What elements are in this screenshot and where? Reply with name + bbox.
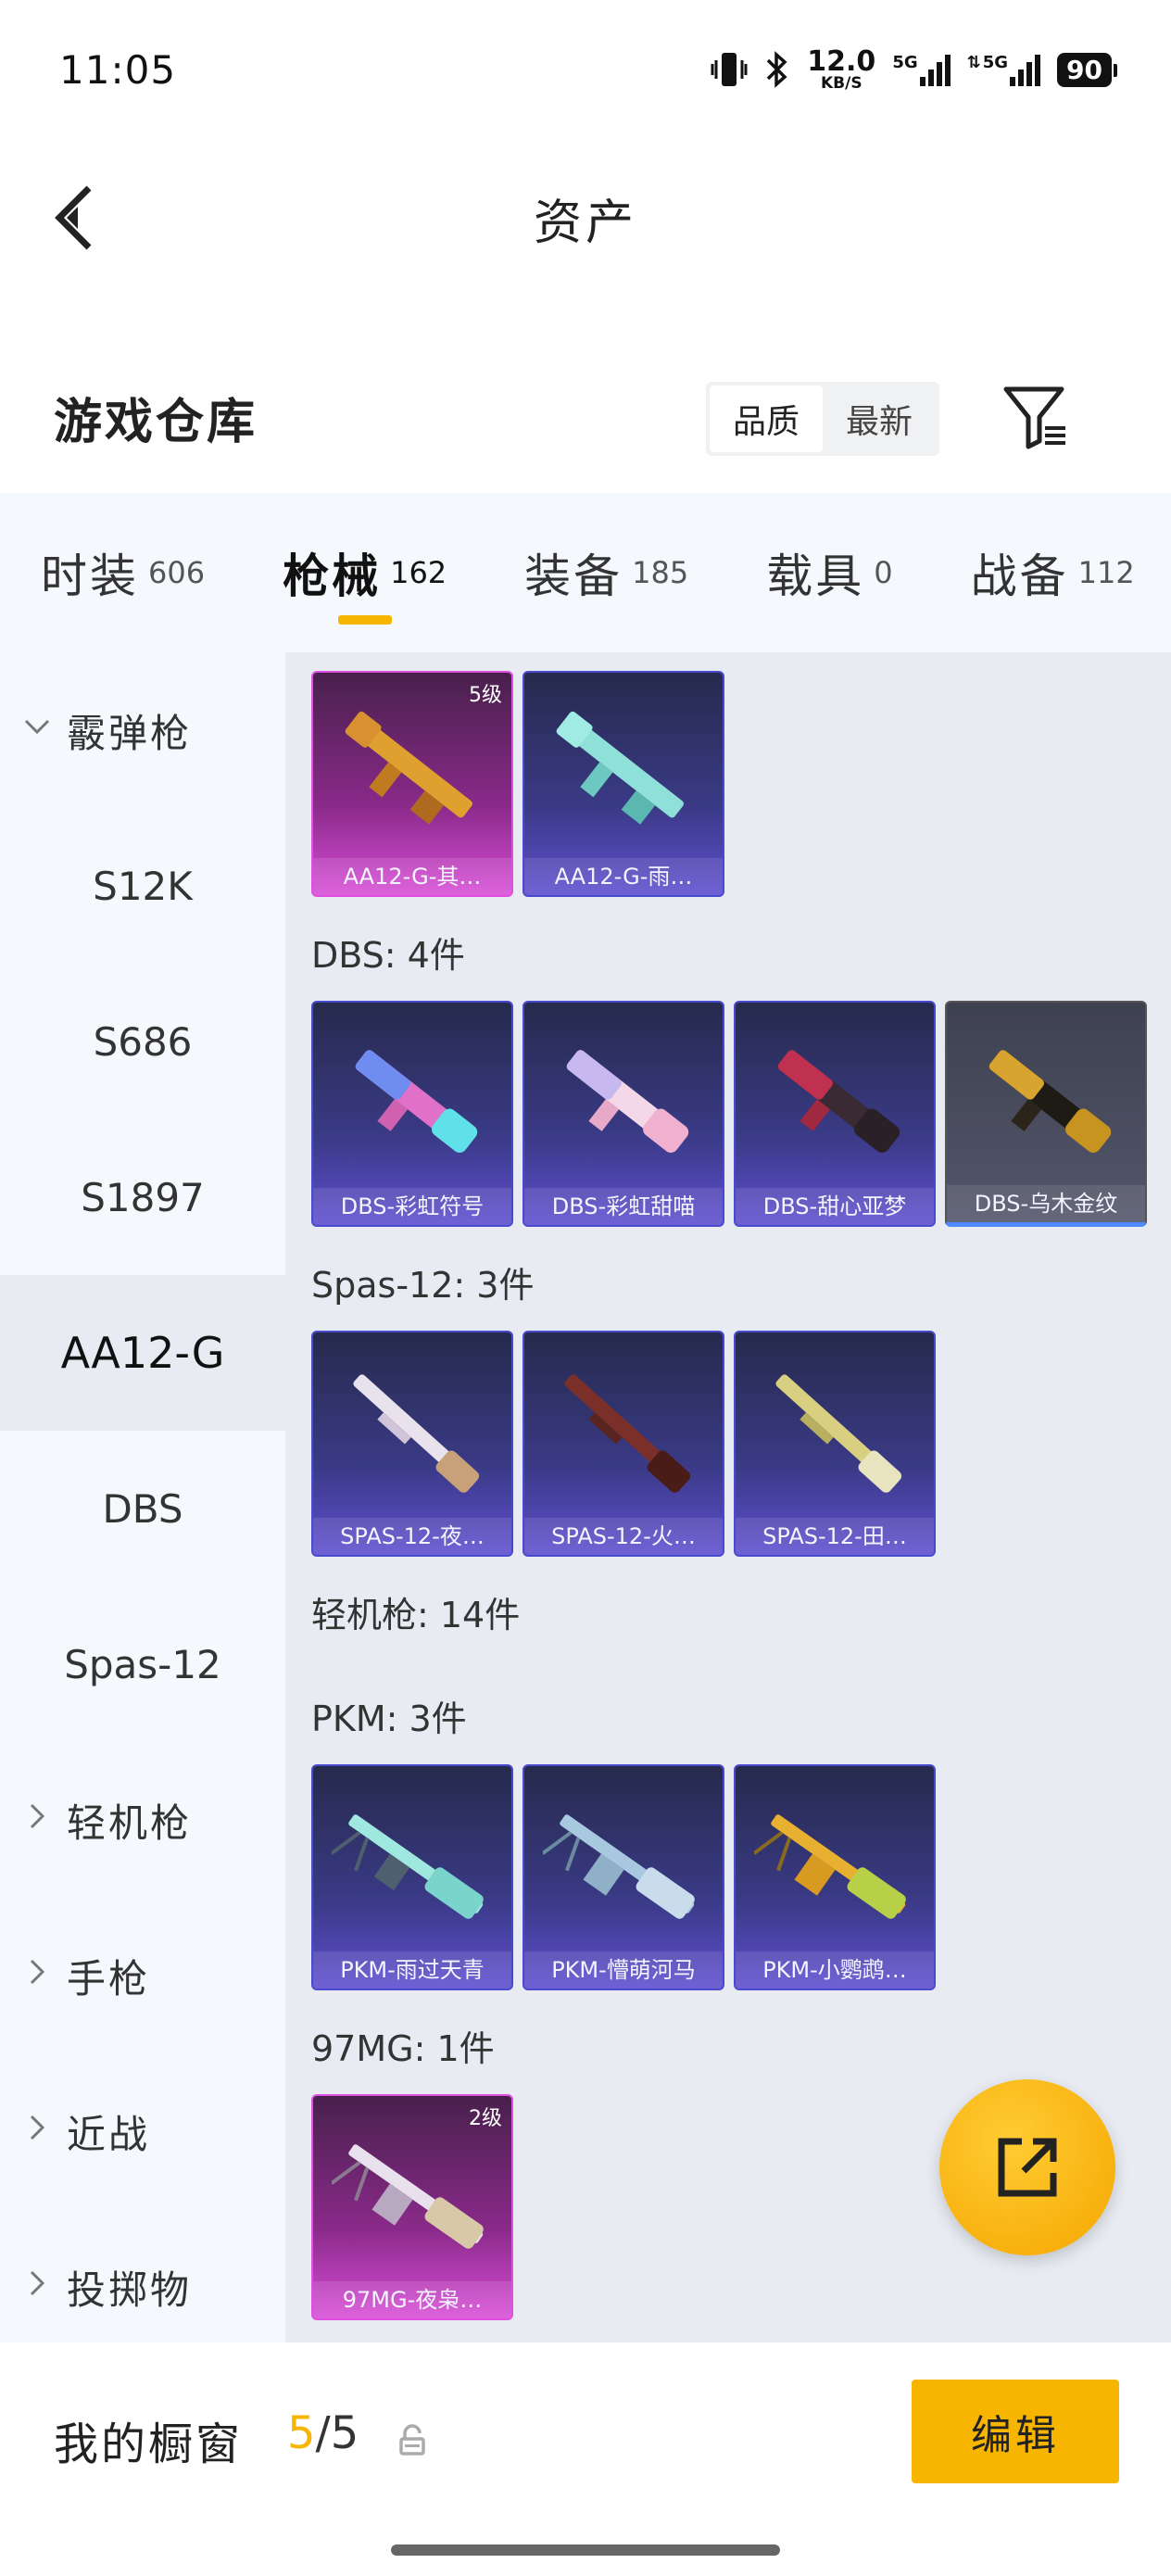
sidebar-item-aa12g[interactable]: AA12-G bbox=[0, 1275, 285, 1431]
weapon-card-name: AA12-G-雨… bbox=[524, 858, 723, 895]
battery-indicator: 90 bbox=[1057, 52, 1117, 87]
showcase-label: 我的橱窗 bbox=[54, 2418, 244, 2470]
group-label-lmg: 轻机枪: 14件 bbox=[311, 1595, 521, 1635]
weapon-card-name: PKM-雨过天青 bbox=[313, 1951, 511, 1989]
machine-gun-icon bbox=[543, 1814, 695, 1919]
weapon-card-name: DBS-彩虹符号 bbox=[313, 1188, 511, 1225]
status-icons: 12.0 KB/S 5G ⇅ 5G 90 bbox=[711, 44, 1117, 93]
machine-gun-icon bbox=[332, 1814, 484, 1919]
weapon-card[interactable]: SPAS-12-夜… bbox=[311, 1331, 513, 1557]
section-header: 游戏仓库 品质 最新 bbox=[0, 343, 1171, 491]
status-bar: 11:05 12.0 KB/S 5G ⇅ 5G 90 bbox=[0, 0, 1171, 139]
net-speed: 12.0 KB/S bbox=[807, 44, 876, 93]
sidebar-item-dbs[interactable]: DBS bbox=[0, 1431, 285, 1586]
weapon-card[interactable]: 5级 AA12-G-其… bbox=[311, 671, 513, 897]
bluetooth-icon bbox=[767, 51, 787, 88]
shotgun-icon bbox=[777, 1050, 900, 1153]
vibrate-icon bbox=[711, 53, 748, 86]
category-tabs: 时装 606 枪械 162 装备 185 载具 0 战备 112 bbox=[0, 493, 1171, 652]
weapon-card-name: 97MG-夜枭… bbox=[313, 2281, 511, 2318]
lock-icon bbox=[399, 2424, 425, 2456]
shotgun-icon bbox=[566, 1050, 689, 1153]
weapon-card-name: DBS-乌木金纹 bbox=[947, 1185, 1145, 1222]
sidebar-item-shotgun[interactable]: 霰弹枪 bbox=[0, 652, 285, 808]
weapon-card-name: AA12-G-其… bbox=[313, 858, 511, 895]
section-title: 游戏仓库 bbox=[54, 394, 258, 450]
group-label-pkm: PKM: 3件 bbox=[311, 1698, 467, 1739]
weapon-card-name: SPAS-12-火… bbox=[524, 1518, 723, 1555]
tab-weapons[interactable]: 枪械 162 bbox=[283, 493, 447, 652]
status-time: 11:05 bbox=[59, 46, 177, 93]
chevron-right-icon bbox=[30, 1959, 45, 1985]
signal-icon bbox=[1010, 53, 1041, 86]
share-button[interactable] bbox=[939, 2079, 1115, 2255]
showcase-count: 5/5 bbox=[287, 2407, 359, 2459]
weapon-card[interactable]: PKM-小鹦鹉… bbox=[734, 1764, 936, 1990]
chevron-down-icon bbox=[24, 719, 50, 735]
sidebar-item-s1897[interactable]: S1897 bbox=[0, 1119, 285, 1275]
top-navbar: 资产 bbox=[0, 139, 1171, 297]
weapon-card[interactable]: DBS-彩虹甜喵 bbox=[523, 1001, 724, 1227]
weapon-card-name: PKM-小鹦鹉… bbox=[736, 1951, 934, 1989]
weapon-card-name: DBS-彩虹甜喵 bbox=[524, 1188, 723, 1225]
chevron-right-icon bbox=[30, 1803, 45, 1829]
page-title: 资产 bbox=[533, 195, 637, 251]
sim1-signal: 5G bbox=[892, 53, 951, 86]
sidebar-item-s12k[interactable]: S12K bbox=[0, 808, 285, 964]
weapon-card[interactable]: DBS-乌木金纹 bbox=[945, 1001, 1147, 1227]
machine-gun-icon bbox=[754, 1814, 906, 1919]
sidebar-item-lmg[interactable]: 轻机枪 bbox=[0, 1742, 285, 1898]
weapon-card[interactable]: SPAS-12-火… bbox=[523, 1331, 724, 1557]
shotgun-icon bbox=[775, 1374, 902, 1493]
weapon-card-name: DBS-甜心亚梦 bbox=[736, 1188, 934, 1225]
chevron-right-icon bbox=[30, 2270, 45, 2296]
weapon-card[interactable]: PKM-懵萌河马 bbox=[523, 1764, 724, 1990]
weapon-card[interactable]: AA12-G-雨… bbox=[523, 671, 724, 897]
sidebar-item-throwable[interactable]: 投掷物 bbox=[0, 2209, 285, 2365]
group-label-97mg: 97MG: 1件 bbox=[311, 2028, 495, 2069]
group-label-spas12: Spas-12: 3件 bbox=[311, 1265, 535, 1306]
sidebar-item-spas12[interactable]: Spas-12 bbox=[0, 1586, 285, 1742]
home-indicator[interactable] bbox=[391, 2544, 780, 2556]
tab-equipment[interactable]: 装备 185 bbox=[524, 493, 688, 652]
sort-toggle: 品质 最新 bbox=[706, 382, 939, 456]
tab-supplies[interactable]: 战备 112 bbox=[971, 493, 1135, 652]
signal-icon bbox=[919, 53, 951, 86]
chevron-right-icon bbox=[30, 2115, 45, 2140]
sidebar-item-s686[interactable]: S686 bbox=[0, 964, 285, 1119]
shotgun-icon bbox=[353, 1374, 480, 1493]
shotgun-icon bbox=[355, 1050, 478, 1153]
weapon-card-name: SPAS-12-夜… bbox=[313, 1518, 511, 1555]
weapon-category-sidebar: 霰弹枪 S12K S686 S1897 AA12-G DBS Spas-12 轻… bbox=[0, 652, 285, 2342]
filter-icon[interactable] bbox=[1001, 380, 1071, 454]
weapon-card-name: PKM-懵萌河马 bbox=[524, 1951, 723, 1989]
active-tab-indicator bbox=[338, 615, 393, 625]
share-icon bbox=[998, 2138, 1057, 2197]
back-arrow-icon[interactable] bbox=[46, 181, 111, 255]
shotgun-icon bbox=[564, 1374, 691, 1493]
bottom-bar: 我的橱窗 5/5 编辑 bbox=[0, 2342, 1171, 2576]
shotgun-icon bbox=[345, 711, 472, 825]
sort-quality-button[interactable]: 品质 bbox=[710, 385, 823, 452]
weapon-card-name: SPAS-12-田… bbox=[736, 1518, 934, 1555]
tab-vehicles[interactable]: 载具 0 bbox=[766, 493, 892, 652]
sort-newest-button[interactable]: 最新 bbox=[823, 385, 936, 452]
shotgun-icon bbox=[988, 1050, 1112, 1153]
sidebar-item-pistol[interactable]: 手枪 bbox=[0, 1898, 285, 2053]
weapon-card[interactable]: DBS-彩虹符号 bbox=[311, 1001, 513, 1227]
weapon-card[interactable]: PKM-雨过天青 bbox=[311, 1764, 513, 1990]
shotgun-icon bbox=[556, 711, 684, 825]
sidebar-item-melee[interactable]: 近战 bbox=[0, 2053, 285, 2209]
sim2-signal: ⇅ 5G bbox=[967, 53, 1041, 86]
edit-button[interactable]: 编辑 bbox=[912, 2380, 1119, 2483]
weapon-card[interactable]: DBS-甜心亚梦 bbox=[734, 1001, 936, 1227]
weapon-card[interactable]: 2级 97MG-夜枭… bbox=[311, 2094, 513, 2320]
weapon-card[interactable]: SPAS-12-田… bbox=[734, 1331, 936, 1557]
machine-gun-icon bbox=[332, 2144, 484, 2249]
tab-fashion[interactable]: 时装 606 bbox=[41, 493, 205, 652]
group-label-dbs: DBS: 4件 bbox=[311, 935, 465, 976]
